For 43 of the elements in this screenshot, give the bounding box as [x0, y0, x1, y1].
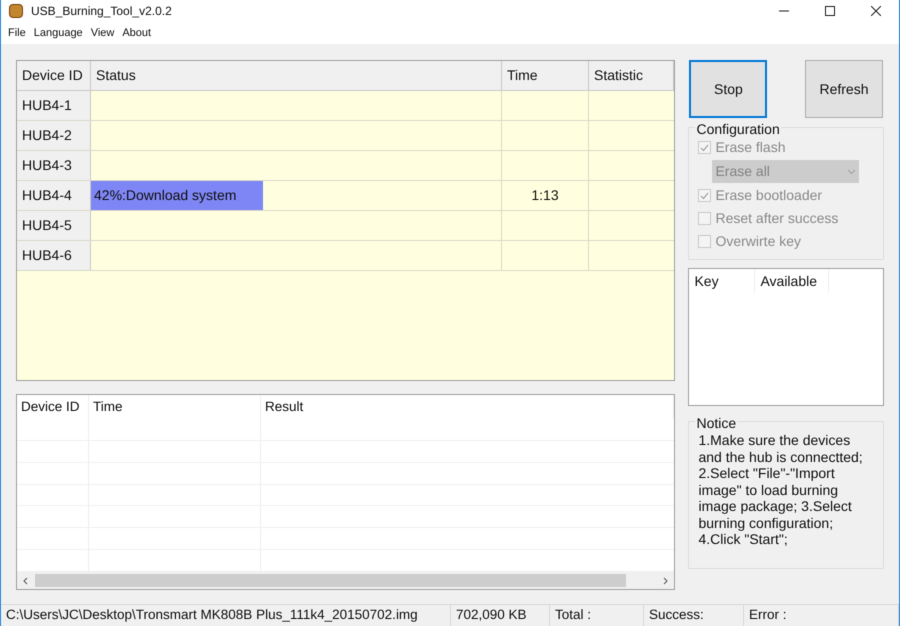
checkmark-icon: [700, 192, 710, 200]
app-icon: [9, 4, 23, 18]
status-bar-field: Success:: [644, 605, 744, 626]
action-button[interactable]: Refresh: [805, 60, 883, 118]
menu-item[interactable]: Language: [30, 24, 87, 42]
scroll-left-icon[interactable]: [22, 576, 30, 584]
column-header: Device ID: [17, 61, 91, 90]
column-header: Device ID: [17, 395, 89, 419]
notice-text: 1.Make sure the devices and the hub is connectted; 2.Select "File"-"Import image" to load burning image package; 3.Select burning configuration; 4.Click "Start";: [698, 432, 864, 548]
status-bar-field: Error :: [744, 605, 899, 626]
checkbox-label: Overwirte key: [715, 232, 802, 251]
column-header: Available: [755, 269, 830, 293]
time-text: 1:13: [531, 186, 559, 205]
device-cell: HUB4-5: [17, 211, 91, 240]
horizontal-scrollbar[interactable]: [17, 572, 674, 589]
column-header: Time: [502, 61, 589, 90]
status-bar-field: 702,090 KB: [451, 605, 550, 626]
menu-item[interactable]: About: [118, 24, 156, 42]
checkbox-label: Erase flash: [715, 138, 786, 157]
device-cell: HUB4-3: [17, 151, 91, 180]
checkbox-label: Erase bootloader: [715, 186, 822, 205]
maximize-icon[interactable]: [825, 6, 835, 16]
column-header: Key: [689, 269, 756, 293]
chevron-down-icon: [847, 168, 856, 174]
column-header: Status: [91, 61, 502, 90]
action-button[interactable]: Stop: [689, 60, 768, 118]
status-bar-field: Total :: [550, 605, 644, 626]
window-title: USB_Burning_Tool_v2.0.2: [31, 3, 172, 20]
status-text: 42%:Download system: [93, 186, 238, 205]
column-header: Result: [261, 395, 674, 419]
menu-item[interactable]: View: [86, 24, 118, 42]
device-cell: HUB4-6: [17, 241, 91, 270]
column-header: Statistic: [589, 61, 674, 90]
device-cell: HUB4-1: [17, 91, 91, 120]
device-cell: HUB4-2: [17, 121, 91, 150]
checkmark-icon: [700, 144, 710, 152]
close-icon[interactable]: [871, 6, 881, 16]
scroll-right-icon[interactable]: [661, 576, 670, 584]
status-bar-field: C:\Users\JC\Desktop\Tronsmart MK808B Plus_111k4_20150702.img: [1, 605, 451, 626]
checkbox-label: Reset after success: [715, 209, 838, 228]
column-header: Time: [89, 395, 261, 419]
device-cell: HUB4-4: [17, 181, 91, 210]
menu-item[interactable]: File: [4, 24, 30, 42]
